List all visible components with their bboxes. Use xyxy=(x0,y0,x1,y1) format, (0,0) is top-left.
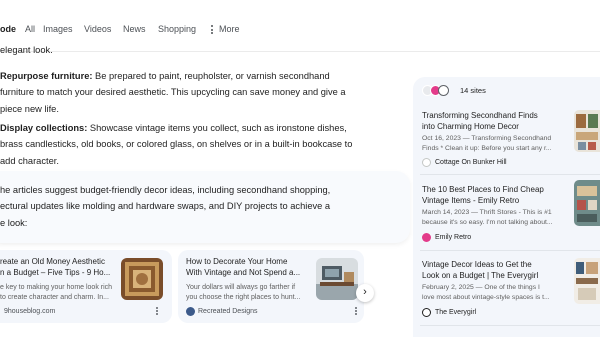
tab-all[interactable]: All xyxy=(25,24,35,35)
everygirl-favicon-icon xyxy=(438,85,449,96)
source-thumbnail xyxy=(574,110,600,152)
source-snippet-line1: Oct 16, 2023 — Transforming Secondhand xyxy=(422,135,552,142)
source-snippet-line1: March 14, 2023 — Thrift Stores - This is… xyxy=(422,209,552,216)
card-source-name: Recreated Designs xyxy=(198,308,258,315)
card-source-name: 9houseblog.com xyxy=(4,308,56,315)
tab-images[interactable]: Images xyxy=(43,24,73,35)
repurpose-line2: furniture to match your desired aestheti… xyxy=(0,87,346,98)
source-snippet-line2: Finds * Clean it up: Before you start an… xyxy=(422,144,552,152)
summary-line2: ectural updates like molding and hardwar… xyxy=(0,201,331,212)
source-snippet-line2: because it's so easy. I'm not talking ab… xyxy=(422,218,553,226)
card-title-line2: With Vintage and Not Spend a... xyxy=(186,268,301,277)
display-paragraph: Display collections: Showcase vintage it… xyxy=(0,120,352,169)
card-snippet-line2: to create character and charm. In... xyxy=(0,293,109,301)
cottage-favicon-icon xyxy=(422,158,431,167)
source-name: Emily Retro xyxy=(435,234,472,241)
tab-more[interactable]: More xyxy=(219,24,240,35)
display-line3: add character. xyxy=(0,155,59,166)
chevron-right-icon[interactable]: › xyxy=(356,284,374,302)
display-line1: Showcase vintage items you collect, such… xyxy=(87,123,347,133)
repurpose-label: Repurpose furniture: xyxy=(0,71,93,81)
tab-videos[interactable]: Videos xyxy=(84,24,111,35)
display-label: Display collections: xyxy=(0,123,88,133)
tab-news[interactable]: News xyxy=(123,24,146,35)
card-title-line1: reate an Old Money Aesthetic xyxy=(0,257,105,266)
recreated-designs-favicon-icon xyxy=(186,307,195,316)
source-title-line2: Vintage Items - Emily Retro xyxy=(422,196,520,205)
emily-retro-favicon-icon xyxy=(422,233,431,242)
source-snippet-line2: love most about vintage-style spaces is … xyxy=(422,293,550,301)
more-vertical-dots-icon[interactable] xyxy=(210,24,214,35)
source-name: Cottage On Bunker Hill xyxy=(435,159,507,166)
everygirl-favicon-icon xyxy=(422,308,431,317)
card-thumbnail xyxy=(316,258,358,300)
summary-line1: he articles suggest budget-friendly deco… xyxy=(0,185,331,195)
kebab-menu-icon[interactable] xyxy=(155,307,159,317)
article-card-old-money[interactable]: reate an Old Money Aesthetic n a Budget … xyxy=(0,250,172,323)
source-title-line1: Transforming Secondhand Finds xyxy=(422,111,538,120)
card-snippet-line1: Your dollars will always go farther if xyxy=(186,284,296,291)
source-divider xyxy=(420,325,600,326)
repurpose-line3: piece new life. xyxy=(0,103,59,114)
sites-count: 14 sites xyxy=(460,86,486,95)
source-divider xyxy=(420,250,600,251)
repurpose-paragraph: Repurpose furniture: Be prepared to pain… xyxy=(0,68,346,117)
source-title-line1: The 10 Best Places to Find Cheap xyxy=(422,185,544,194)
card-title-line1: How to Decorate Your Home xyxy=(186,257,288,266)
kebab-menu-icon[interactable] xyxy=(354,307,358,317)
card-snippet-line2: you choose the right places to hunt... xyxy=(186,293,301,301)
source-title-line1: Vintage Decor Ideas to Get the xyxy=(422,260,532,269)
summary-line3: e look: xyxy=(0,217,28,228)
source-title-line2: Look on a Budget | The Everygirl xyxy=(422,271,539,280)
card-title-line2: n a Budget – Five Tips - 9 Ho... xyxy=(0,268,111,277)
source-title-line2: into Charming Home Decor xyxy=(422,122,519,131)
tab-shopping[interactable]: Shopping xyxy=(158,24,196,35)
display-line2: brass candlesticks, old books, or colore… xyxy=(0,139,353,150)
card-snippet-line1: e key to making your home look rich xyxy=(0,284,113,291)
tab-ai-mode[interactable]: ode xyxy=(0,24,16,35)
source-name: The Everygirl xyxy=(435,309,477,316)
source-thumbnail xyxy=(574,258,600,304)
source-divider xyxy=(420,174,600,175)
search-tab-bar: ode All Images Videos News Shopping More xyxy=(0,0,600,52)
summary-paragraph: he articles suggest budget-friendly deco… xyxy=(0,182,330,231)
source-snippet-line1: February 2, 2025 — One of the things I xyxy=(422,284,540,291)
source-thumbnail xyxy=(574,180,600,226)
repurpose-line1: Be prepared to paint, reupholster, or va… xyxy=(92,71,330,81)
article-card-decorate-vintage[interactable]: How to Decorate Your Home With Vintage a… xyxy=(178,250,364,323)
card-thumbnail xyxy=(121,258,163,300)
overview-line-top: elegant look. xyxy=(0,45,53,55)
